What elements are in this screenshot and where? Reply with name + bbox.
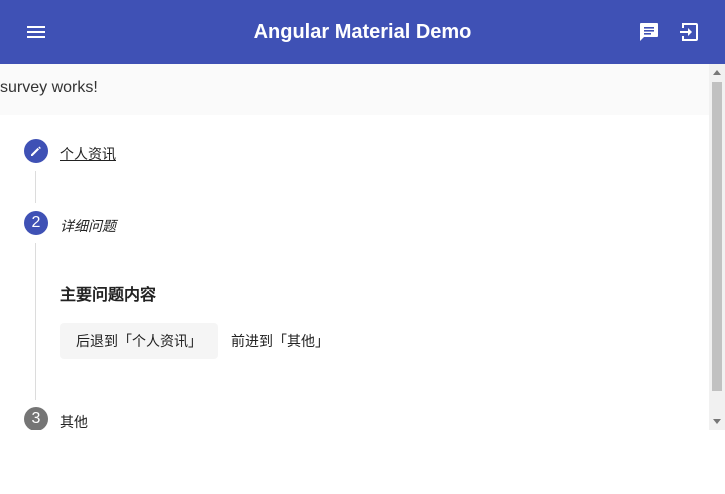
step-connector-2 [35,243,36,400]
scroll-up-arrow-icon[interactable] [713,70,721,75]
scroll-down-arrow-icon[interactable] [713,419,721,424]
edit-icon [31,146,41,156]
step-2-label: 详细问题 [60,218,116,234]
app-title: Angular Material Demo [253,21,472,43]
step-content-title: 主要问题内容 [60,287,157,304]
step-3-label: 其他 [60,414,88,430]
vertical-scrollbar[interactable] [709,64,725,430]
step-2-number: 2 [24,211,48,235]
back-button[interactable]: 后退到「个人资讯」 [60,323,218,359]
step-1-done-icon [24,139,48,163]
logout-button[interactable] [673,16,705,48]
app-toolbar: Angular Material Demo [0,0,725,64]
logout-icon [680,23,698,41]
chat-button[interactable] [633,16,665,48]
chat-icon [640,23,658,41]
scrollbar-thumb[interactable] [712,82,722,391]
content-area: survey works! 个人资讯 2 详细问题 主要问题内容 后退到「个人资… [0,64,709,430]
next-button[interactable]: 前进到「其他」 [226,323,334,359]
step-3-number: 3 [24,407,48,430]
banner-text: survey works! [0,79,98,96]
step-1-label: 个人资讯 [60,146,116,162]
banner: survey works! [0,64,709,115]
step-connector-1 [35,171,36,203]
